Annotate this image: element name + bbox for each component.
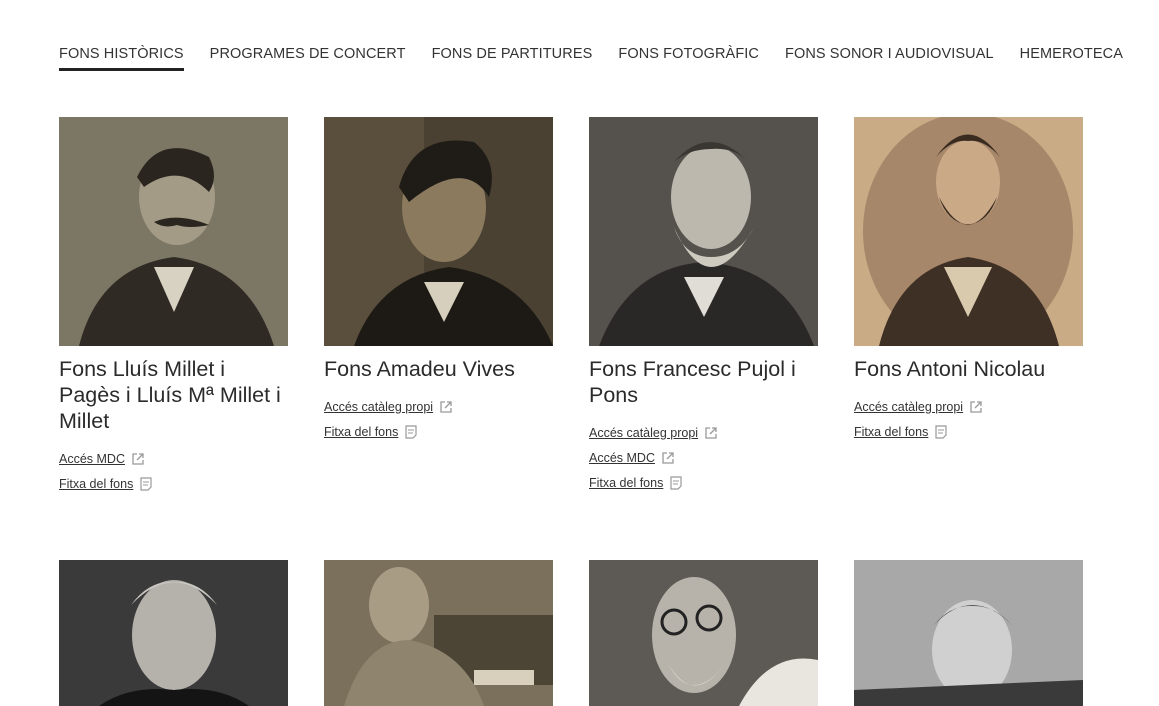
- fitxa-del-fons-link[interactable]: Fitxa del fons: [854, 425, 928, 439]
- tab-hemeroteca[interactable]: HEMEROTECA: [1020, 46, 1123, 71]
- portrait-photo[interactable]: [324, 560, 553, 706]
- fons-grid-row-2: [59, 560, 1083, 706]
- link-row: Fitxa del fons: [854, 419, 1083, 444]
- fons-title: Fons Francesc Pujol i Pons: [589, 357, 796, 407]
- fons-title: Fons Lluís Millet i Pagès i Lluís Mª Mil…: [59, 357, 281, 433]
- link-row: Fitxa del fons: [324, 419, 553, 444]
- acces-cataleg-propi-link[interactable]: Accés catàleg propi: [589, 426, 698, 440]
- portrait-photo[interactable]: [324, 117, 553, 346]
- portrait-photo[interactable]: [854, 560, 1083, 706]
- fons-title: Fons Amadeu Vives: [324, 357, 515, 381]
- acces-mdc-link[interactable]: Accés MDC: [589, 451, 655, 465]
- link-row: Accés MDC: [59, 446, 288, 471]
- external-link-icon[interactable]: [704, 426, 718, 440]
- portrait-photo[interactable]: [854, 117, 1083, 346]
- tab-fons-fotografic[interactable]: FONS FOTOGRÀFIC: [618, 46, 759, 71]
- tab-fons-sonor-audiovisual[interactable]: FONS SONOR I AUDIOVISUAL: [785, 46, 994, 71]
- tab-fons-de-partitures[interactable]: FONS DE PARTITURES: [432, 46, 593, 71]
- link-row: Fitxa del fons: [59, 471, 288, 496]
- link-row: Accés catàleg propi: [589, 420, 818, 445]
- document-icon[interactable]: [139, 476, 153, 491]
- link-row: Accés catàleg propi: [854, 394, 1083, 419]
- portrait-photo[interactable]: [589, 560, 818, 706]
- tab-fons-historics[interactable]: FONS HISTÒRICS: [59, 46, 184, 71]
- document-icon[interactable]: [404, 424, 418, 439]
- acces-cataleg-propi-link[interactable]: Accés catàleg propi: [854, 400, 963, 414]
- fons-title: Fons Antoni Nicolau: [854, 357, 1046, 381]
- collection-tabs: FONS HISTÒRICS PROGRAMES DE CONCERT FONS…: [59, 46, 1149, 71]
- fitxa-del-fons-link[interactable]: Fitxa del fons: [589, 476, 663, 490]
- link-row: Fitxa del fons: [589, 470, 818, 495]
- external-link-icon[interactable]: [661, 451, 675, 465]
- fons-card: Fons Antoni Nicolau Accés catàleg propi …: [854, 117, 1083, 496]
- portrait-photo[interactable]: [59, 560, 288, 706]
- fitxa-del-fons-link[interactable]: Fitxa del fons: [59, 477, 133, 491]
- fons-card: Fons Lluís Millet i Pagès i Lluís Mª Mil…: [59, 117, 288, 496]
- link-row: Accés catàleg propi: [324, 394, 553, 419]
- external-link-icon[interactable]: [439, 400, 453, 414]
- acces-mdc-link[interactable]: Accés MDC: [59, 452, 125, 466]
- portrait-photo[interactable]: [589, 117, 818, 346]
- fitxa-del-fons-link[interactable]: Fitxa del fons: [324, 425, 398, 439]
- external-link-icon[interactable]: [131, 452, 145, 466]
- fons-grid: Fons Lluís Millet i Pagès i Lluís Mª Mil…: [59, 117, 1083, 496]
- portrait-photo[interactable]: [59, 117, 288, 346]
- fons-card: Fons Francesc Pujol i Pons Accés catàleg…: [589, 117, 818, 496]
- document-icon[interactable]: [934, 424, 948, 439]
- fons-card: Fons Amadeu Vives Accés catàleg propi Fi…: [324, 117, 553, 496]
- external-link-icon[interactable]: [969, 400, 983, 414]
- document-icon[interactable]: [669, 475, 683, 490]
- link-row: Accés MDC: [589, 445, 818, 470]
- acces-cataleg-propi-link[interactable]: Accés catàleg propi: [324, 400, 433, 414]
- tab-programes-de-concert[interactable]: PROGRAMES DE CONCERT: [210, 46, 406, 71]
